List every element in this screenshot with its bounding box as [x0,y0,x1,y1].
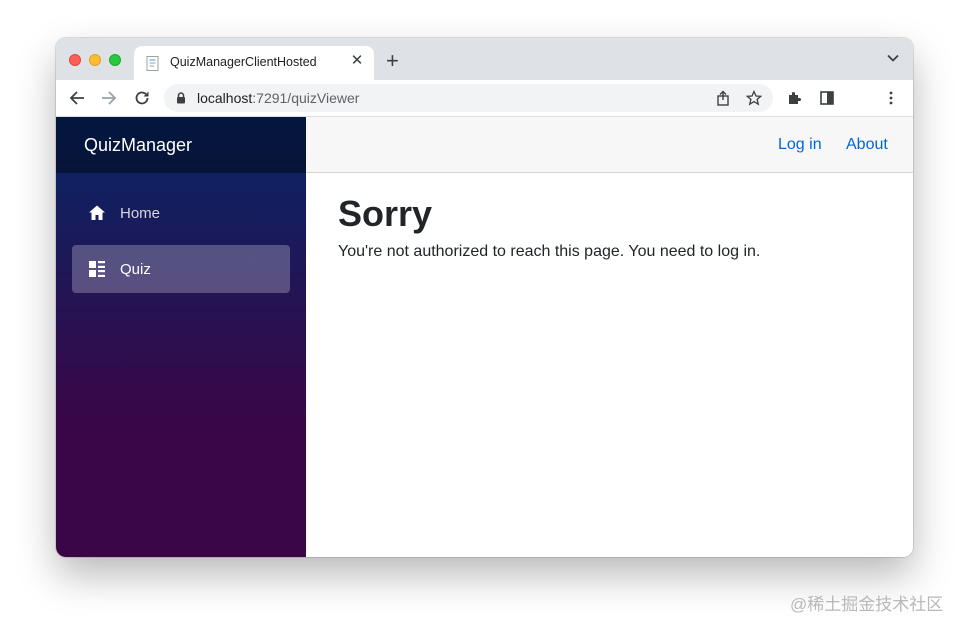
not-authorized-message: You're not authorized to reach this page… [338,243,761,260]
reload-icon[interactable] [133,89,151,107]
close-window-button[interactable] [69,54,81,66]
about-link[interactable]: About [846,136,888,154]
maximize-window-button[interactable] [109,54,121,66]
main-content: Log in About Sorry You're not authorized… [306,117,913,557]
browser-toolbar: localhost:7291/quizViewer [56,80,913,117]
nav-item-quiz[interactable]: Quiz [72,245,290,293]
address-bar[interactable]: localhost:7291/quizViewer [164,84,773,112]
browser-window: QuizManagerClientHosted ✕ + localhost:72… [56,38,913,557]
home-icon [89,205,105,220]
back-icon[interactable] [68,89,86,107]
list-icon [89,261,105,277]
extensions-icon[interactable] [786,89,804,107]
watermark-text: @稀土掘金技术社区 [790,595,944,614]
share-icon[interactable] [715,90,731,106]
nav-item-label: Home [120,205,161,222]
login-link[interactable]: Log in [778,136,822,154]
menu-kebab-icon[interactable] [882,89,900,107]
lock-icon[interactable] [176,92,186,104]
top-row: Log in About [306,117,913,173]
tab-strip: QuizManagerClientHosted ✕ + [56,38,913,80]
close-tab-icon[interactable]: ✕ [349,53,365,69]
minimize-window-button[interactable] [89,54,101,66]
page-title: Sorry [338,193,433,234]
nav-item-home[interactable]: Home [72,189,290,237]
brand-bar: QuizManager [56,117,306,173]
brand-link[interactable]: QuizManager [84,135,192,156]
page-icon [146,56,159,71]
bookmark-star-icon[interactable] [746,90,762,106]
browser-tab[interactable]: QuizManagerClientHosted ✕ [134,46,374,80]
nav-item-label: Quiz [120,261,151,278]
new-tab-button[interactable]: + [386,50,399,72]
sidebar: QuizManager Home Quiz [56,117,306,557]
chevron-down-icon[interactable] [887,54,899,62]
url-text: localhost:7291/quizViewer [197,90,360,106]
side-panel-icon[interactable] [818,89,836,107]
tab-title: QuizManagerClientHosted [170,55,317,69]
forward-icon[interactable] [100,89,118,107]
web-app: QuizManager Home Quiz Log in About Sorry… [56,117,913,557]
